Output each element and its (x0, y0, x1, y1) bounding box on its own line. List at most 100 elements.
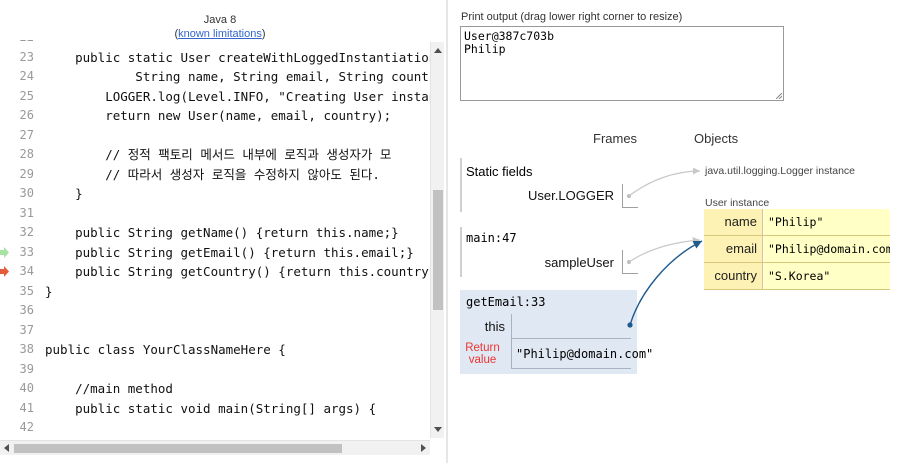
code-line: 29 // 따라서 생성자 로직을 수정하지 않아도 된다. (0, 165, 430, 185)
code-text: public static User createWithLoggedInsta… (45, 49, 430, 65)
line-number[interactable]: 27 (0, 126, 34, 146)
this-pointer-cell[interactable] (511, 314, 631, 339)
frames-header: Frames (593, 131, 638, 146)
scroll-right-icon[interactable] (421, 444, 426, 452)
code-text: return new User(name, email, country); (45, 108, 392, 123)
user-field-value: "Philip@domain.com" (764, 236, 890, 262)
scroll-left-icon[interactable] (4, 444, 9, 452)
code-line: 36 (0, 301, 430, 321)
vertical-scroll-thumb[interactable] (433, 190, 443, 310)
line-number[interactable]: 26 (0, 106, 34, 126)
static-fields-title: Static fields (466, 164, 533, 179)
user-field-key: email (704, 236, 763, 262)
line-number[interactable]: 30 (0, 184, 34, 204)
code-line: 24 String name, String email, String cou… (0, 67, 430, 87)
code-text: String name, String email, String countr… (45, 69, 430, 84)
horizontal-scroll-thumb[interactable] (14, 444, 342, 453)
code-line: 35} (0, 282, 430, 302)
output-line: Philip (464, 42, 506, 56)
panel-divider[interactable] (446, 0, 448, 463)
code-text: public String getEmail() {return this.em… (45, 244, 414, 260)
logger-variable-name: User.LOGGER (528, 188, 614, 203)
line-number[interactable]: 36 (0, 301, 34, 321)
logger-pointer-arrow (628, 167, 701, 197)
code-line: 26 return new User(name, email, country)… (0, 106, 430, 126)
code-text: public static void main(String[] args) { (45, 400, 377, 416)
line-number[interactable]: 31 (0, 204, 34, 224)
line-number[interactable]: 37 (0, 321, 34, 341)
line-number[interactable]: 35 (0, 282, 34, 302)
user-object[interactable]: name "Philip" email "Philip@domain.com" … (704, 209, 890, 290)
return-value-label: Return value (460, 342, 505, 366)
line-number[interactable]: 25 (0, 87, 34, 107)
user-object-label: User instance (705, 197, 770, 209)
language-header: Java 8 (known limitations) (0, 13, 440, 41)
code-line: 38 public class YourClassNameHere { (0, 340, 430, 360)
code-line: 22 (0, 40, 430, 48)
code-editor[interactable]: 2223 public static User createWithLogged… (0, 40, 430, 438)
static-fields-bar (460, 158, 462, 212)
return-label-line-2: value (468, 354, 497, 366)
print-output-box[interactable]: User@387c703b Philip (460, 26, 784, 101)
previous-line-arrow-icon (0, 246, 9, 258)
known-limitations-link[interactable]: known limitations (178, 28, 262, 40)
code-line: 32 public String getName() {return this.… (0, 223, 430, 243)
main-frame-bar (460, 227, 462, 277)
code-text: LOGGER.log(Level.INFO, "Creating User in… (45, 88, 430, 104)
code-line: 40 //main method (0, 379, 430, 399)
return-label-line-1: Return (465, 342, 500, 354)
user-field-row: email "Philip@domain.com" (704, 236, 890, 263)
print-output-label: Print output (drag lower right corner to… (461, 11, 683, 23)
code-line: 30 } (0, 184, 430, 204)
vertical-scrollbar[interactable] (430, 42, 444, 438)
resize-grip-icon[interactable] (776, 93, 782, 99)
code-line: 28 // 정적 팩토리 메서드 내부에 로직과 생성자가 모 (0, 145, 430, 165)
line-number[interactable]: 24 (0, 67, 34, 87)
scroll-up-icon[interactable] (434, 48, 442, 53)
code-line: 41 public static void main(String[] args… (0, 399, 430, 419)
return-value-cell: "Philip@domain.com" (511, 339, 653, 369)
line-number[interactable]: 38 (0, 340, 34, 360)
next-line-arrow-icon (0, 266, 9, 277)
code-line: 27 (0, 126, 430, 146)
code-text: } (45, 186, 83, 201)
line-number[interactable]: 22 (0, 40, 34, 48)
user-field-value: "Philip" (764, 209, 890, 235)
scroll-down-icon[interactable] (434, 427, 442, 432)
code-line: 39 (0, 360, 430, 380)
line-number[interactable]: 42 (0, 418, 34, 438)
code-line: 34 public String getCountry() {return th… (0, 262, 430, 282)
line-number[interactable]: 40 (0, 379, 34, 399)
code-line: 25 LOGGER.log(Level.INFO, "Creating User… (0, 87, 430, 107)
user-field-value: "S.Korea" (764, 263, 890, 289)
line-number[interactable]: 41 (0, 399, 34, 419)
code-line: 23 public static User createWithLoggedIn… (0, 48, 430, 68)
user-field-key: country (704, 263, 763, 289)
limitations-line: (known limitations) (0, 27, 440, 41)
horizontal-scrollbar[interactable] (0, 440, 430, 455)
line-number[interactable]: 39 (0, 360, 34, 380)
line-number[interactable]: 29 (0, 165, 34, 185)
getemail-frame-title: getEmail:33 (466, 295, 546, 309)
line-number[interactable]: 28 (0, 145, 34, 165)
code-line: 37 (0, 321, 430, 341)
code-text: public String getName() {return this.nam… (45, 225, 399, 240)
logger-pointer-dot (627, 194, 631, 198)
logger-object-label: java.util.logging.Logger instance (705, 165, 856, 177)
line-number[interactable]: 32 (0, 223, 34, 243)
code-line: 42 (0, 418, 430, 438)
sample-user-variable-name: sampleUser (544, 255, 614, 270)
code-text: } (45, 283, 53, 299)
code-text: // 정적 팩토리 메서드 내부에 로직과 생성자가 모 (45, 147, 392, 162)
sample-user-pointer-dot (627, 260, 631, 264)
code-text: // 따라서 생성자 로직을 수정하지 않아도 된다. (45, 166, 380, 182)
output-line: User@387c703b (464, 29, 555, 43)
sample-user-pointer-arrow (628, 236, 701, 263)
user-field-row: name "Philip" (704, 209, 890, 236)
user-field-key: name (704, 209, 763, 235)
getemail-frame[interactable]: getEmail:33 this Return value "Philip@do… (460, 290, 653, 374)
code-line: 33 public String getEmail() {return this… (0, 243, 430, 263)
main-frame-title: main:47 (466, 231, 517, 245)
line-number[interactable]: 23 (0, 48, 34, 68)
code-line: 31 (0, 204, 430, 224)
